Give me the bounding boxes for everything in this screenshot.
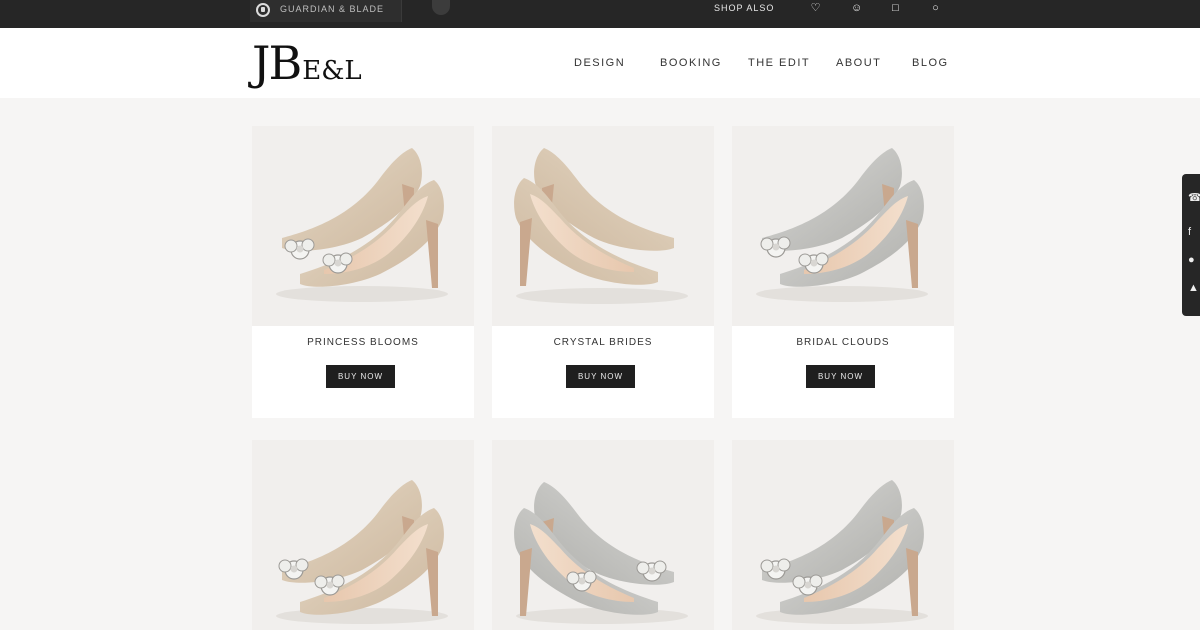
product-image[interactable]: [252, 440, 474, 630]
facebook-icon[interactable]: f: [1188, 226, 1200, 238]
product-name[interactable]: BRIDAL CLOUDS: [732, 337, 954, 348]
nav-item-booking[interactable]: BOOKING: [660, 57, 722, 69]
product-image[interactable]: [492, 126, 714, 326]
product-name[interactable]: PRINCESS BLOOMS: [252, 337, 474, 348]
product-card[interactable]: CRYSTAL BRIDES BUY NOW: [492, 126, 714, 418]
heart-icon[interactable]: ♡: [810, 3, 821, 14]
logo-wordmark: E&L: [302, 56, 362, 86]
user-icon[interactable]: ☺: [851, 3, 862, 14]
product-card[interactable]: PRINCESS BLOOMS BUY NOW: [252, 126, 474, 418]
site-header: JBE&L DESIGN BOOKING THE EDIT ABOUT BLOG: [0, 28, 1200, 98]
logo[interactable]: JBE&L: [252, 36, 362, 90]
pinterest-icon[interactable]: ☎: [1188, 192, 1200, 204]
product-card[interactable]: [732, 440, 954, 630]
buy-now-button[interactable]: BUY NOW: [566, 365, 635, 388]
twitter-icon[interactable]: ●: [1188, 254, 1200, 266]
share-sidebar: ☎ f ● ▲: [1182, 174, 1200, 316]
buy-now-button[interactable]: BUY NOW: [326, 365, 395, 388]
nav-item-design[interactable]: DESIGN: [574, 57, 625, 69]
product-name[interactable]: CRYSTAL BRIDES: [492, 337, 714, 348]
top-bar: GUARDIAN & BLADE SHOP ALSO ♡ ☺ □ ○: [0, 0, 1200, 28]
product-image[interactable]: [732, 440, 954, 630]
product-image[interactable]: [732, 126, 954, 326]
brand-badge-icon: [256, 3, 270, 17]
product-image[interactable]: [492, 440, 714, 630]
product-card[interactable]: BRIDAL CLOUDS BUY NOW: [732, 126, 954, 418]
top-search[interactable]: GUARDIAN & BLADE: [250, 0, 402, 22]
bag-icon[interactable]: □: [890, 3, 901, 14]
product-image[interactable]: [252, 126, 474, 326]
top-link[interactable]: SHOP ALSO: [714, 3, 774, 13]
buy-now-button[interactable]: BUY NOW: [806, 365, 875, 388]
search-icon[interactable]: ○: [930, 3, 941, 14]
top-search-label: GUARDIAN & BLADE: [280, 4, 385, 14]
product-card[interactable]: [492, 440, 714, 630]
nav-item-about[interactable]: ABOUT: [836, 57, 881, 69]
top-toggle[interactable]: [432, 0, 450, 15]
product-card[interactable]: [252, 440, 474, 630]
logo-monogram: JB: [252, 36, 302, 90]
nav-item-blog[interactable]: BLOG: [912, 57, 949, 69]
arrow-up-icon[interactable]: ▲: [1188, 282, 1200, 294]
nav-item-the-edit[interactable]: THE EDIT: [748, 57, 810, 69]
